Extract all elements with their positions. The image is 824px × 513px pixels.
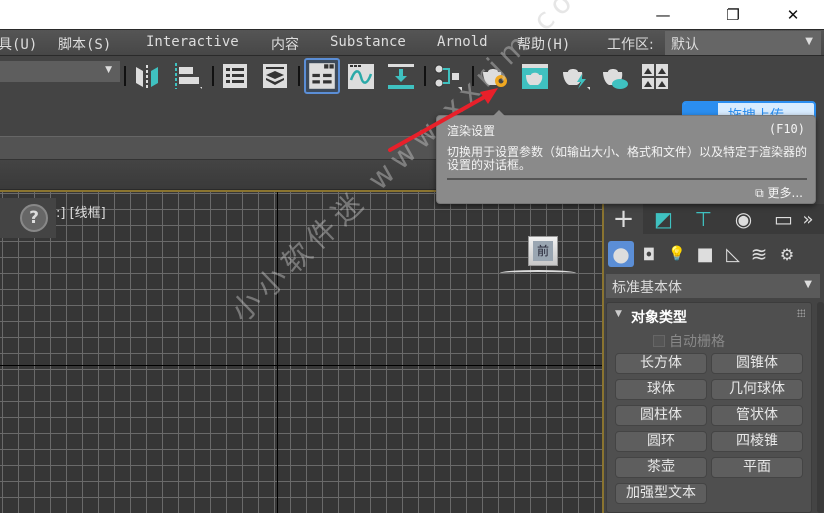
menu-tools[interactable]: 工具(U) — [0, 34, 37, 54]
menu-bar: 工具(U) 脚本(S) Interactive 内容 Substance Arn… — [0, 29, 824, 56]
menu-scripting[interactable]: 脚本(S) — [58, 34, 111, 54]
motion-icon[interactable]: ◉ — [724, 204, 763, 234]
tooltip-description: 切换用于设置参数（如输出大小、格式和文件）以及特定于渲染器的设置的对话框。 — [447, 145, 808, 172]
viewport-toolbar-overlay: ? — [0, 198, 56, 238]
object-type-rollout: ▼ 对象类型 自动栅格 长方体 圆锥体 球体 几何球体 圆柱体 管状体 圆环 四… — [606, 302, 812, 513]
torus-button[interactable]: 圆环 — [615, 431, 707, 452]
shapes-icon[interactable]: ◘ — [636, 241, 662, 267]
more-label: 更多... — [767, 186, 803, 200]
helpers-icon[interactable]: ◺ — [720, 241, 746, 267]
chevron-down-icon: ▼ — [804, 279, 812, 290]
tooltip-divider — [447, 178, 807, 180]
tooltip-title: 渲染设置 — [447, 124, 496, 138]
workspace-select[interactable]: 默认 ▼ — [665, 31, 821, 55]
tube-button[interactable]: 管状体 — [711, 405, 803, 426]
systems-icon[interactable]: ⚙ — [774, 241, 800, 267]
autogrid-label: 自动栅格 — [669, 334, 725, 350]
cone-button[interactable]: 圆锥体 — [711, 353, 803, 374]
rendered-frame-window-icon[interactable] — [520, 61, 550, 91]
dope-sheet-icon[interactable] — [386, 61, 416, 91]
object-category-value: 标准基本体 — [612, 280, 682, 296]
checkbox-icon — [653, 335, 665, 347]
pyramid-button[interactable]: 四棱锥 — [711, 431, 803, 452]
collapse-icon[interactable]: ▼ — [615, 309, 622, 319]
curve-editor-icon[interactable] — [346, 61, 376, 91]
render-cloud-icon[interactable] — [600, 61, 630, 91]
schematic-view-icon[interactable] — [432, 61, 462, 91]
sphere-button[interactable]: 球体 — [615, 379, 707, 400]
menu-arnold[interactable]: Arnold — [437, 34, 488, 50]
command-panel: + ◩ ⊤ ◉ ▭ » ● ◘ 💡 ■ ◺ ≋ ⚙ 标准基本体 ▼ ▼ 对象类型… — [604, 190, 824, 513]
render-production-icon[interactable] — [560, 61, 591, 91]
command-panel-tabs: + ◩ ⊤ ◉ ▭ » — [604, 204, 824, 234]
geometry-icon[interactable]: ● — [608, 241, 634, 267]
menu-substance[interactable]: Substance — [330, 34, 406, 50]
tooltip-shortcut: (F10) — [768, 122, 805, 136]
material-editor-icon[interactable] — [640, 61, 670, 91]
plane-button[interactable]: 平面 — [711, 457, 803, 478]
command-panel-scrollbar[interactable] — [817, 302, 824, 513]
more-tabs-icon[interactable]: » — [796, 204, 820, 234]
render-setup-tooltip: 渲染设置 (F10) 切换用于设置参数（如输出大小、格式和文件）以及特定于渲染器… — [436, 110, 816, 204]
workspace-label: 工作区: — [607, 37, 654, 53]
help-icon[interactable]: ? — [20, 204, 48, 232]
toolbar-divider — [424, 66, 426, 86]
lights-icon[interactable]: 💡 — [664, 241, 690, 267]
viewport-axis-vertical — [277, 192, 278, 513]
title-bar: — ❐ ✕ — [0, 0, 824, 29]
toolbar-divider — [298, 66, 300, 86]
front-viewport[interactable]: ? :] [线框] 前 — [0, 190, 602, 513]
render-setup-icon[interactable] — [480, 61, 510, 91]
main-toolbar: ▼ — [0, 56, 824, 98]
menu-help[interactable]: 帮助(H) — [517, 34, 570, 54]
menu-content[interactable]: 内容 — [271, 34, 299, 54]
autogrid-checkbox[interactable]: 自动栅格 — [653, 331, 725, 351]
geosphere-button[interactable]: 几何球体 — [711, 379, 803, 400]
restore-icon[interactable]: ❐ — [710, 0, 756, 29]
textplus-button[interactable]: 加强型文本 — [615, 483, 707, 504]
rollout-title[interactable]: 对象类型 — [631, 307, 687, 327]
toolbar-divider — [124, 66, 126, 86]
chevron-down-icon: ▼ — [105, 65, 112, 75]
cameras-icon[interactable]: ■ — [692, 241, 718, 267]
box-button[interactable]: 长方体 — [615, 353, 707, 374]
drag-grip-icon[interactable] — [797, 309, 805, 317]
workspace-value: 默认 — [671, 37, 699, 53]
align-icon[interactable] — [172, 61, 204, 91]
object-category-select[interactable]: 标准基本体 ▼ — [606, 274, 820, 298]
modify-icon[interactable]: ◩ — [644, 204, 683, 234]
toolbar-divider — [472, 66, 474, 86]
viewcube-front-face[interactable]: 前 — [533, 241, 553, 261]
hierarchy-icon[interactable]: ⊤ — [684, 204, 723, 234]
viewcube[interactable]: 前 — [528, 236, 558, 266]
viewcube-compass-ring[interactable] — [500, 270, 576, 276]
layer-explorer-icon[interactable] — [260, 61, 290, 91]
mirror-icon[interactable] — [132, 61, 162, 91]
teapot-button[interactable]: 茶壶 — [615, 457, 707, 478]
tooltip-more-link[interactable]: ⧉ 更多... — [755, 184, 803, 201]
toolbar-divider — [212, 66, 214, 86]
selection-set-dropdown[interactable]: ▼ — [0, 61, 120, 82]
external-link-icon: ⧉ — [755, 186, 768, 200]
create-icon[interactable]: + — [604, 204, 643, 234]
scene-explorer-icon[interactable] — [220, 61, 250, 91]
menu-interactive[interactable]: Interactive — [146, 34, 239, 50]
chevron-down-icon: ▼ — [805, 36, 813, 47]
viewport-axis-horizontal — [0, 365, 602, 366]
viewport-label[interactable]: :] [线框] — [56, 202, 106, 221]
minimize-icon[interactable]: — — [640, 0, 686, 29]
close-icon[interactable]: ✕ — [770, 0, 816, 29]
ribbon-toggle-icon[interactable] — [304, 58, 340, 94]
space-warps-icon[interactable]: ≋ — [746, 241, 772, 267]
cylinder-button[interactable]: 圆柱体 — [615, 405, 707, 426]
